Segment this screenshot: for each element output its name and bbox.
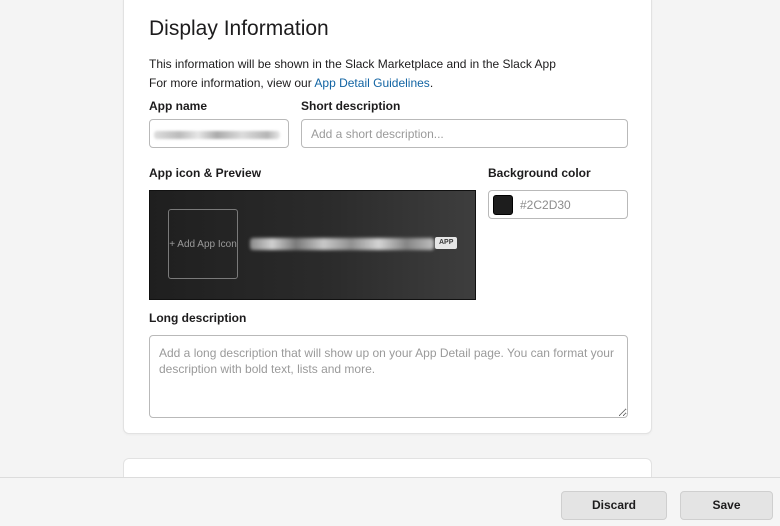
- app-name-value-redacted: [154, 131, 280, 139]
- page: Display Information This information wil…: [0, 0, 780, 526]
- app-badge: APP: [435, 237, 458, 249]
- add-app-icon-button[interactable]: + Add App Icon: [168, 209, 238, 279]
- section-intro: This information will be shown in the Sl…: [149, 55, 629, 93]
- long-description-textarea[interactable]: [149, 335, 628, 418]
- footer-bar: Discard Changes Save Changes: [0, 477, 780, 526]
- intro-line-1: This information will be shown in the Sl…: [149, 57, 556, 71]
- app-detail-guidelines-link[interactable]: App Detail Guidelines: [314, 76, 429, 90]
- save-changes-button[interactable]: Save Changes: [680, 491, 773, 526]
- short-description-input[interactable]: [301, 119, 628, 148]
- long-description-label: Long description: [149, 311, 247, 325]
- intro-suffix: .: [429, 76, 434, 90]
- app-icon-preview-label: App icon & Preview: [149, 166, 262, 180]
- intro-line-2: For more information, view our App Detai…: [149, 74, 629, 93]
- section-title: Display Information: [149, 17, 329, 40]
- intro-prefix: For more information, view our: [149, 76, 315, 90]
- background-color-field[interactable]: #2C2D30: [488, 190, 628, 219]
- background-color-label: Background color: [488, 166, 591, 180]
- preview-app-name-redacted: [250, 238, 434, 250]
- short-description-label: Short description: [301, 99, 401, 113]
- discard-changes-button[interactable]: Discard Changes: [561, 491, 667, 526]
- app-preview: + Add App Icon APP: [149, 190, 476, 300]
- app-name-label: App name: [149, 99, 208, 113]
- background-color-value: #2C2D30: [520, 197, 571, 212]
- color-swatch[interactable]: [493, 194, 513, 215]
- display-information-card: Display Information This information wil…: [123, 0, 652, 434]
